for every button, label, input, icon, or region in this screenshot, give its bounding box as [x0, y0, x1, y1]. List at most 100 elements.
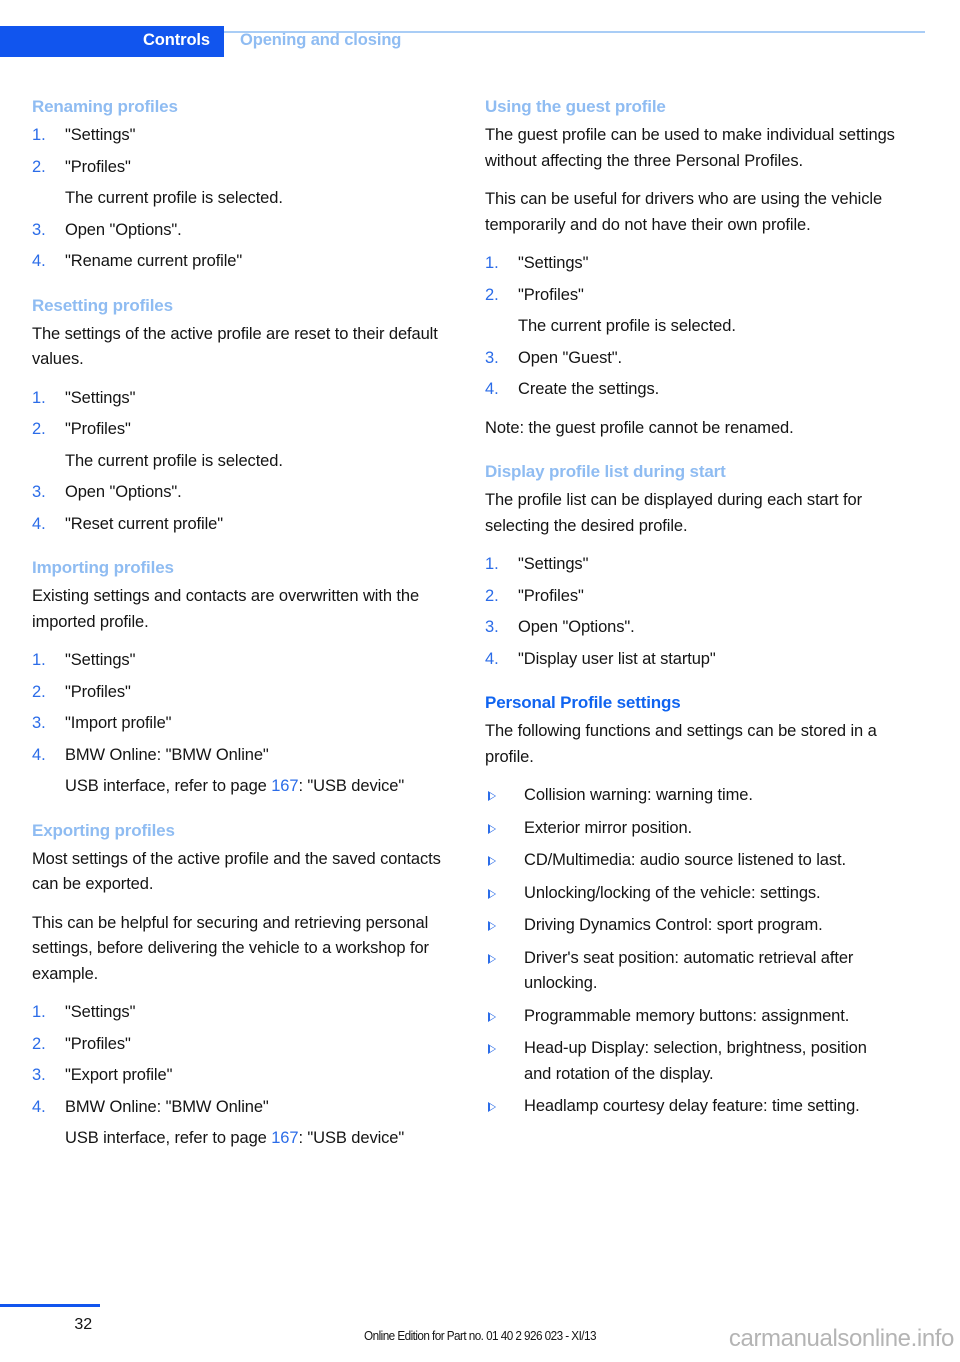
step-number: 2. — [32, 1034, 46, 1053]
step-item: 3. Open "Options". — [485, 615, 895, 641]
bullet-item: Driving Dynamics Control: sport program. — [485, 913, 895, 939]
triangle-bullet-icon — [488, 1102, 496, 1112]
step-note: USB interface, refer to page 167: "USB d… — [32, 1126, 442, 1152]
triangle-bullet-icon — [488, 791, 496, 801]
step-number: 3. — [32, 220, 46, 239]
bullet-text: Headlamp courtesy delay feature: time se… — [524, 1097, 860, 1115]
paragraph: The settings of the active profile are r… — [32, 324, 438, 369]
step-item: 2. "Profiles" — [32, 155, 442, 181]
step-text: "Profiles" — [65, 157, 131, 176]
step-item: 1. "Settings" — [485, 552, 895, 578]
triangle-bullet-icon — [488, 953, 496, 964]
triangle-bullet-icon — [488, 823, 496, 834]
bullet-text: Exterior mirror position. — [524, 818, 693, 837]
bullet-item: Driver's seat position: automatic retrie… — [485, 946, 895, 997]
step-number: 1. — [32, 651, 46, 669]
step-item: 3. Open "Options". — [32, 480, 442, 506]
bullet-text: Unlocking/locking of the vehicle: settin… — [524, 883, 821, 902]
step-note: The current profile is selected. — [518, 317, 736, 335]
section-renaming-profiles: Renaming profiles 1. "Settings" 2. "Profiles… — [32, 96, 442, 275]
step-number: 4. — [32, 1097, 46, 1116]
footer-divider — [0, 1304, 100, 1307]
numbered-step-list: 1. "Settings" 2. "Profiles" The current prof… — [485, 251, 895, 403]
step-number: 3. — [485, 348, 499, 367]
step-text: "Settings" — [518, 254, 589, 272]
step-number: 2. — [32, 420, 46, 438]
bullet-item: Headlamp courtesy delay feature: time se… — [485, 1094, 895, 1120]
note-paragraph: Note: the guest profile cannot be rename… — [485, 418, 794, 437]
step-note: The current profile is selected. — [65, 451, 283, 470]
feature-bullet-list: Collision warning: warning time. Exterior… — [485, 783, 895, 1120]
step-number: 2. — [32, 682, 46, 701]
step-note-text: USB interface, refer to page — [65, 1129, 272, 1147]
step-item: 1. "Settings" — [32, 386, 442, 412]
section-exporting-profiles: Exporting profiles Most settings of the a… — [32, 820, 442, 1152]
header-chapter-label: Controls — [142, 31, 210, 49]
bullet-text: Programmable memory buttons: assignment. — [524, 1006, 850, 1025]
step-note-text: USB interface, refer to page — [65, 777, 272, 795]
step-note: USB interface, refer to page 167: "USB d… — [32, 774, 442, 800]
step-number: 1. — [32, 1003, 46, 1021]
step-text: "Reset current profile" — [65, 514, 223, 533]
section-heading: Renaming profiles — [32, 97, 178, 116]
step-item: 2. "Profiles" — [485, 584, 895, 610]
bullet-item: Head-up Display: selection, brightness, … — [485, 1036, 895, 1087]
step-item: 1. "Settings" — [32, 648, 442, 674]
bullet-item: CD/Multimedia: audio source listened to … — [485, 848, 895, 874]
numbered-step-list: 1. "Settings" 2. "Profiles" 3. Open "Options"… — [485, 552, 895, 672]
step-item: 4. Create the settings. — [485, 377, 895, 403]
step-text: Open "Options". — [518, 618, 635, 636]
step-note-text: : "USB device" — [298, 1129, 405, 1147]
section-heading: Using the guest profile — [485, 97, 666, 116]
step-number: 3. — [485, 618, 499, 636]
bullet-item: Collision warning: warning time. — [485, 783, 895, 809]
step-text: "Settings" — [65, 651, 136, 669]
paragraph: The guest profile can be used to make in… — [485, 126, 895, 170]
step-number: 2. — [485, 285, 499, 304]
step-text: "Settings" — [65, 1003, 136, 1021]
step-item: 3. "Export profile" — [32, 1063, 442, 1089]
section-heading: Display profile list during start — [485, 462, 726, 481]
step-text: BMW Online: "BMW Online" — [65, 1097, 269, 1116]
step-text: "Profiles" — [518, 285, 584, 304]
step-item: 2. "Profiles" — [485, 283, 895, 309]
paragraph: Most settings of the active profile and … — [32, 849, 441, 894]
section-importing-profiles: Importing profiles Existing settings and … — [32, 557, 442, 800]
step-number: 2. — [485, 586, 499, 605]
step-text: "Profiles" — [65, 682, 131, 701]
step-item: 2. "Profiles" — [32, 417, 442, 443]
numbered-step-list: 1. "Settings" 2. "Profiles" The current prof… — [32, 123, 442, 275]
page-reference-link[interactable]: 167 — [271, 777, 298, 795]
step-number: 3. — [32, 1066, 46, 1084]
site-watermark: carmanualsonline.info — [728, 1325, 954, 1352]
paragraph: This can be useful for drivers who are u… — [485, 190, 883, 234]
step-number: 1. — [485, 254, 499, 272]
triangle-bullet-icon — [488, 1044, 496, 1054]
numbered-step-list: 1. "Settings" 2. "Profiles" 3. "Import profil… — [32, 648, 442, 800]
section-display-profile-list-during-start: Display profile list during start The pro… — [485, 461, 895, 672]
paragraph: The profile list can be displayed during… — [485, 491, 862, 535]
step-item: 4. "Reset current profile" — [32, 512, 442, 538]
bullet-text: Driver's seat position: automatic retrie… — [524, 948, 854, 993]
bullet-item: Programmable memory buttons: assignment. — [485, 1004, 895, 1030]
step-item: 3. Open "Options". — [32, 218, 442, 244]
paragraph: The following functions and settings can… — [485, 722, 877, 766]
step-item: 1. "Settings" — [485, 251, 895, 277]
step-text: Create the settings. — [518, 380, 660, 398]
triangle-bullet-icon — [488, 921, 496, 931]
paragraph: Existing settings and contacts are overw… — [32, 587, 420, 631]
step-note: The current profile is selected. — [65, 189, 283, 207]
page-reference-link[interactable]: 167 — [271, 1129, 298, 1147]
step-number: 3. — [32, 483, 46, 501]
step-text: "Import profile" — [65, 714, 172, 732]
step-item: 4. "Display user list at startup" — [485, 647, 895, 673]
right-column: Using the guest profile The guest profile… — [485, 96, 895, 1140]
step-number: 1. — [32, 388, 46, 407]
numbered-step-list: 1. "Settings" 2. "Profiles" 3. "Export profil… — [32, 1000, 442, 1152]
step-number: 4. — [485, 380, 499, 398]
step-item: 3. "Import profile" — [32, 711, 442, 737]
step-item: 4. BMW Online: "BMW Online" — [32, 743, 442, 769]
step-note-text: : "USB device" — [298, 777, 405, 795]
step-text: Open "Options". — [65, 483, 182, 501]
bullet-item: Exterior mirror position. — [485, 816, 895, 842]
